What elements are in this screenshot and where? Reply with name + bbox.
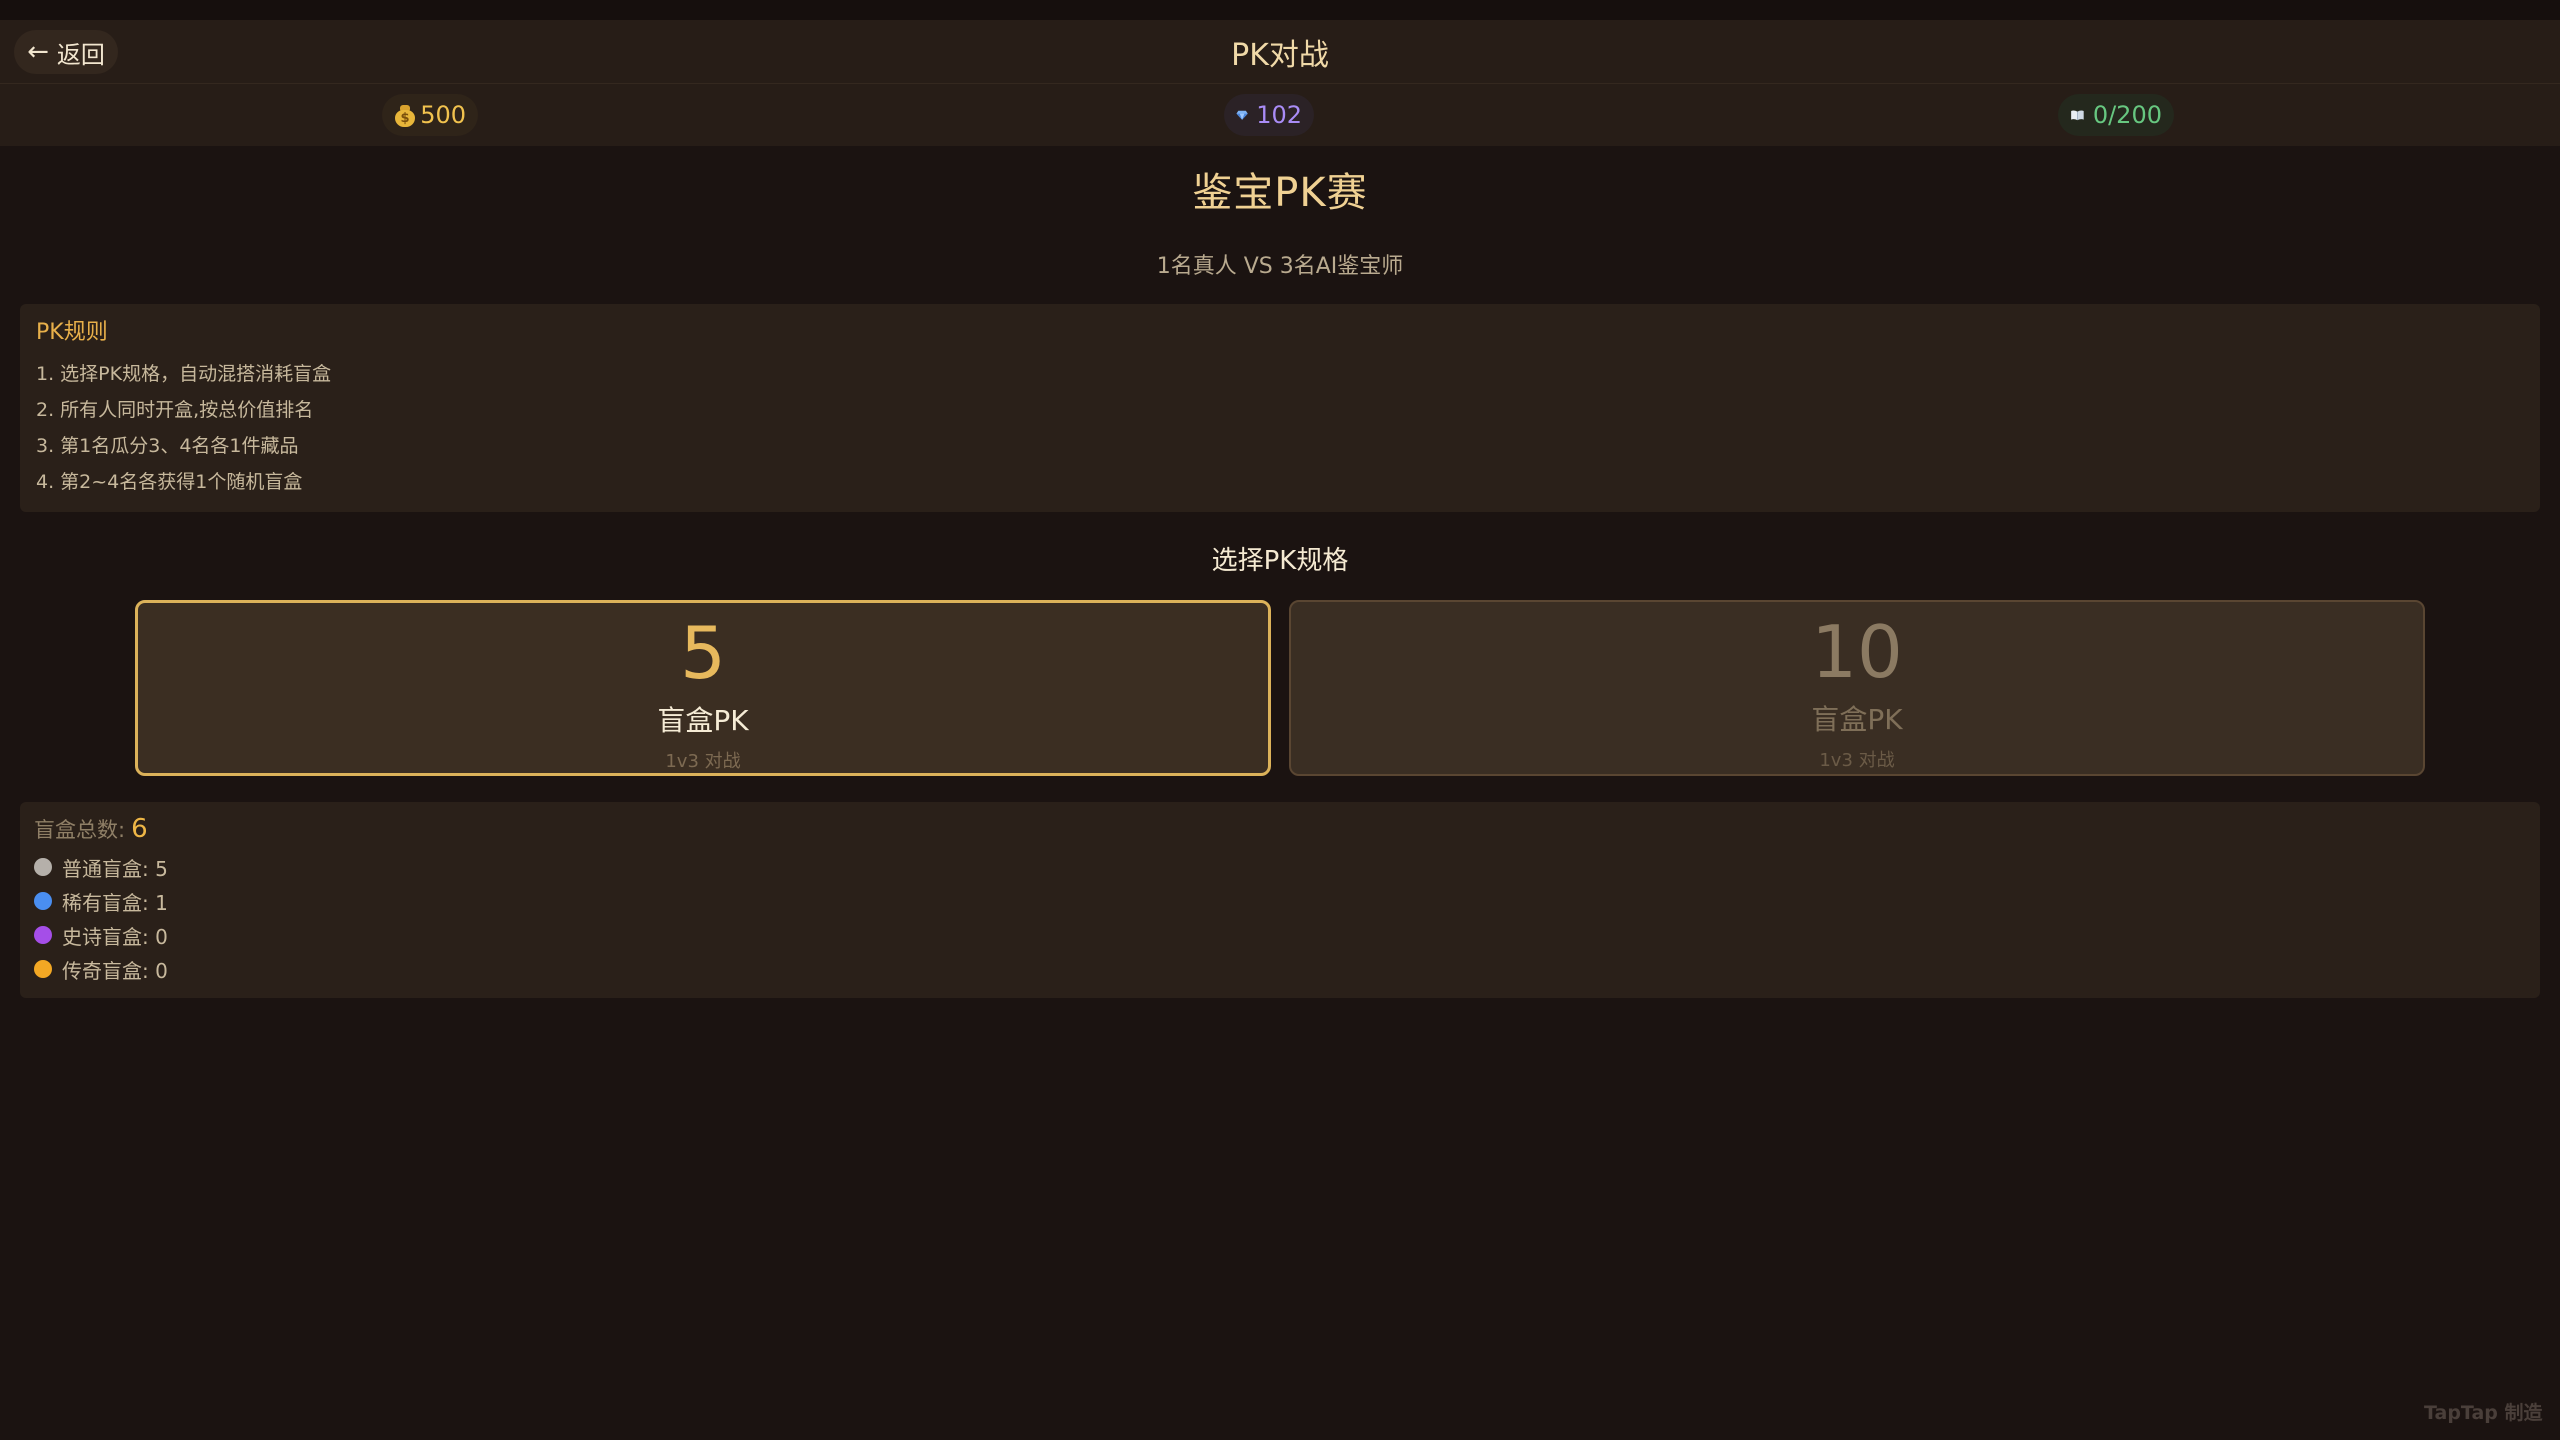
back-label: 返回 [56,40,105,69]
box-type-label: 史诗盲盒: 0 [62,924,168,949]
option-count: 10 [1811,610,1903,694]
back-button[interactable]: ← 返回 [14,30,118,74]
box-type-legendary: 传奇盲盒: 0 [34,952,2526,986]
gem-icon [1236,110,1248,120]
rule-line: 4. 第2~4名各获得1个随机盲盒 [36,471,303,493]
top-status-strip [0,0,2560,20]
option-name: 盲盒PK [657,704,749,737]
page-title: PK对战 [1231,38,1329,73]
option-mode: 1v3 对战 [665,751,741,772]
total-label: 盲盒总数: [34,818,126,842]
select-spec-title: 选择PK规格 [1211,546,1349,576]
box-type-label: 稀有盲盒: 1 [62,890,168,915]
gold-balance: $ 500 [382,94,478,136]
rule-line: 1. 选择PK规格，自动混搭消耗盲盒 [36,363,332,385]
open-book-icon [2071,110,2084,121]
box-type-label: 普通盲盒: 5 [62,856,168,881]
gem-value: 102 [1256,101,1302,129]
event-title: 鉴宝PK赛 [1192,170,1368,216]
option-mode: 1v3 对战 [1819,750,1895,771]
currency-bar: $ 500 102 0/200 [0,84,2560,146]
box-type-epic: 史诗盲盒: 0 [34,918,2526,952]
rules-title: PK规则 [36,320,108,345]
blind-box-summary: 盲盒总数: 6 普通盲盒: 5 稀有盲盒: 1 史诗盲盒: 0 传奇盲盒: 0 [20,802,2540,998]
epic-dot-icon [34,926,52,944]
money-bag-icon: $ [394,103,415,127]
back-arrow-icon: ← [27,37,49,67]
event-subtitle: 1名真人 VS 3名AI鉴宝师 [1156,254,1404,279]
option-name: 盲盒PK [1811,703,1903,736]
box-type-label: 传奇盲盒: 0 [62,958,168,983]
app-header: PK对战 ← 返回 [0,20,2560,84]
collection-value: 0/200 [2092,101,2162,129]
legendary-dot-icon [34,960,52,978]
rule-line: 3. 第1名瓜分3、4名各1件藏品 [36,435,299,457]
watermark: TapTap 制造 [2424,1402,2543,1424]
collection-progress: 0/200 [2058,94,2174,136]
total-value: 6 [131,814,148,844]
option-count: 5 [680,611,726,695]
rule-line: 2. 所有人同时开盒,按总价值排名 [36,399,314,421]
box-type-rare: 稀有盲盒: 1 [34,884,2526,918]
pk-option-5[interactable]: 5 盲盒PK 1v3 对战 [135,600,1271,776]
gem-balance: 102 [1224,94,1314,136]
gold-value: 500 [420,101,466,129]
rare-dot-icon [34,892,52,910]
box-type-common: 普通盲盒: 5 [34,850,2526,884]
common-dot-icon [34,858,52,876]
pk-option-10[interactable]: 10 盲盒PK 1v3 对战 [1289,600,2425,776]
total-row: 盲盒总数: 6 [34,814,2526,850]
rules-panel: PK规则 1. 选择PK规格，自动混搭消耗盲盒 2. 所有人同时开盒,按总价值排… [20,304,2540,512]
